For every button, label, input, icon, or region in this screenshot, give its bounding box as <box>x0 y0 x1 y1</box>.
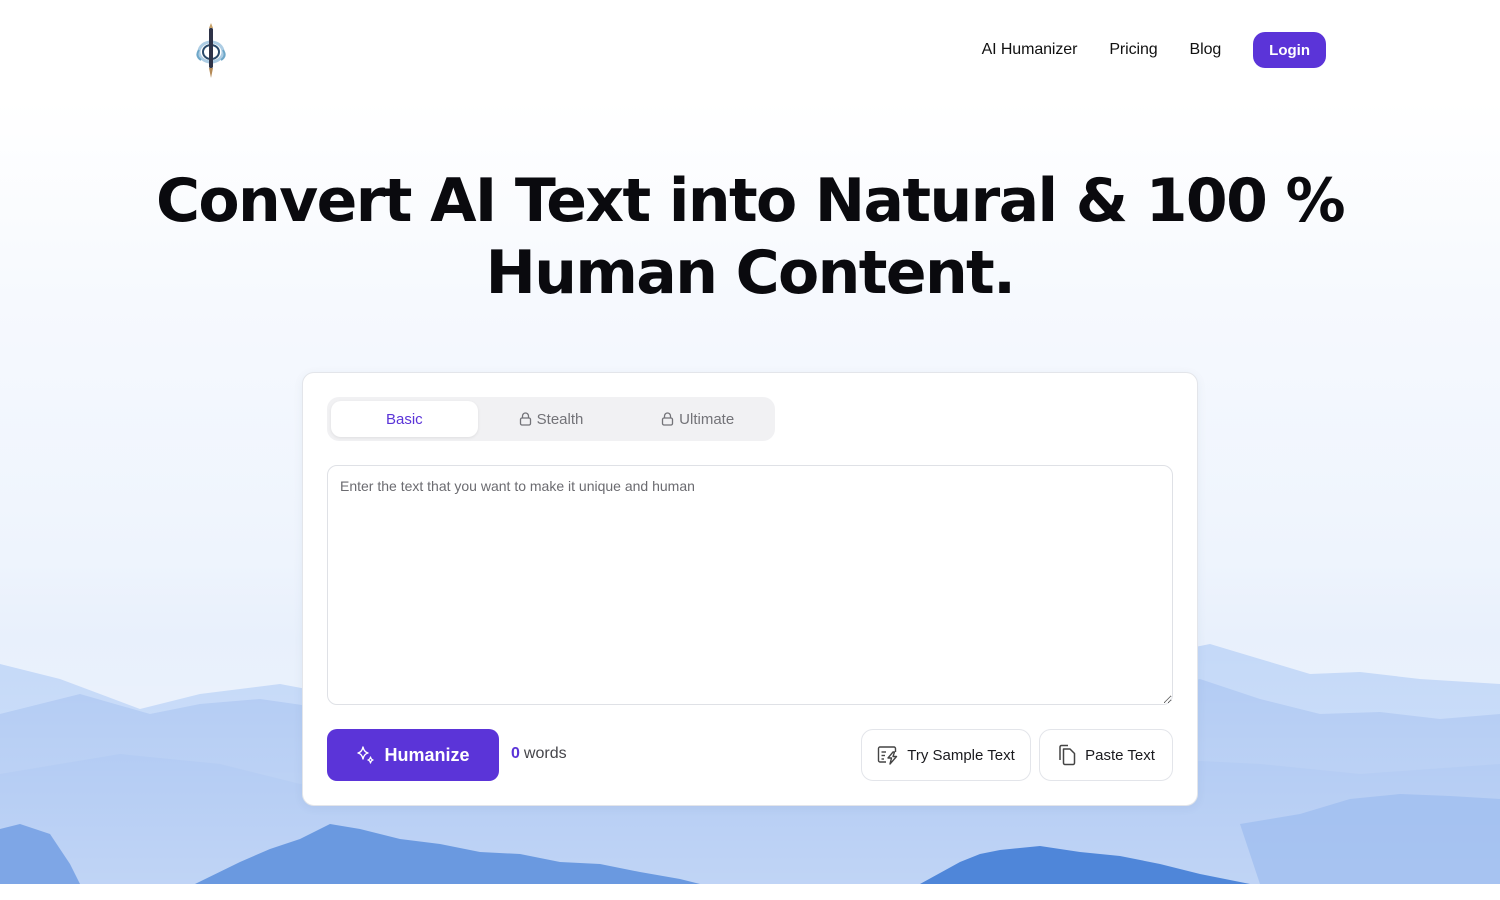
lock-icon <box>519 412 531 426</box>
copy-paste-icon <box>1059 744 1076 766</box>
sparkles-icon <box>357 746 375 764</box>
nav-link-pricing[interactable]: Pricing <box>1109 41 1157 59</box>
word-count-unit: words <box>523 745 567 762</box>
word-counter: 0 words <box>511 745 567 763</box>
paste-text-button[interactable]: Paste Text <box>1039 729 1173 781</box>
tab-label: Basic <box>385 410 423 428</box>
headline-line-1: Convert AI Text into Natural & 100 % <box>155 166 1346 236</box>
headline-line-2: Human Content. <box>485 238 1016 308</box>
site-logo[interactable] <box>192 22 230 80</box>
humanizer-card: Basic Stealth Ultimate Humanize 0words <box>302 372 1198 806</box>
page-headline: Convert AI Text into Natural & 100 % Hum… <box>0 165 1500 309</box>
login-button[interactable]: Login <box>1253 32 1326 68</box>
lock-icon <box>662 412 674 426</box>
nav-link-blog[interactable]: Blog <box>1190 41 1222 59</box>
mode-tabs: Basic Stealth Ultimate <box>327 397 775 441</box>
try-sample-text-label: Try Sample Text <box>907 746 1015 764</box>
tab-basic[interactable]: Basic <box>331 401 478 437</box>
tab-ultimate[interactable]: Ultimate <box>624 401 771 437</box>
main-nav: AI Humanizer Pricing Blog Login <box>982 32 1326 68</box>
sample-text-bolt-icon <box>878 746 898 765</box>
pen-compass-logo-icon <box>196 23 226 78</box>
text-input[interactable] <box>327 465 1173 705</box>
paste-text-label: Paste Text <box>1085 746 1155 764</box>
try-sample-text-button[interactable]: Try Sample Text <box>861 729 1031 781</box>
tab-label: Ultimate <box>679 410 735 428</box>
tab-label: Stealth <box>536 410 584 428</box>
word-count-value: 0 <box>511 745 520 762</box>
footer-divider <box>0 884 1500 900</box>
tab-stealth[interactable]: Stealth <box>478 401 625 437</box>
humanize-label: Humanize <box>384 744 470 765</box>
nav-link-ai-humanizer[interactable]: AI Humanizer <box>982 41 1078 59</box>
humanize-button[interactable]: Humanize <box>327 729 499 781</box>
